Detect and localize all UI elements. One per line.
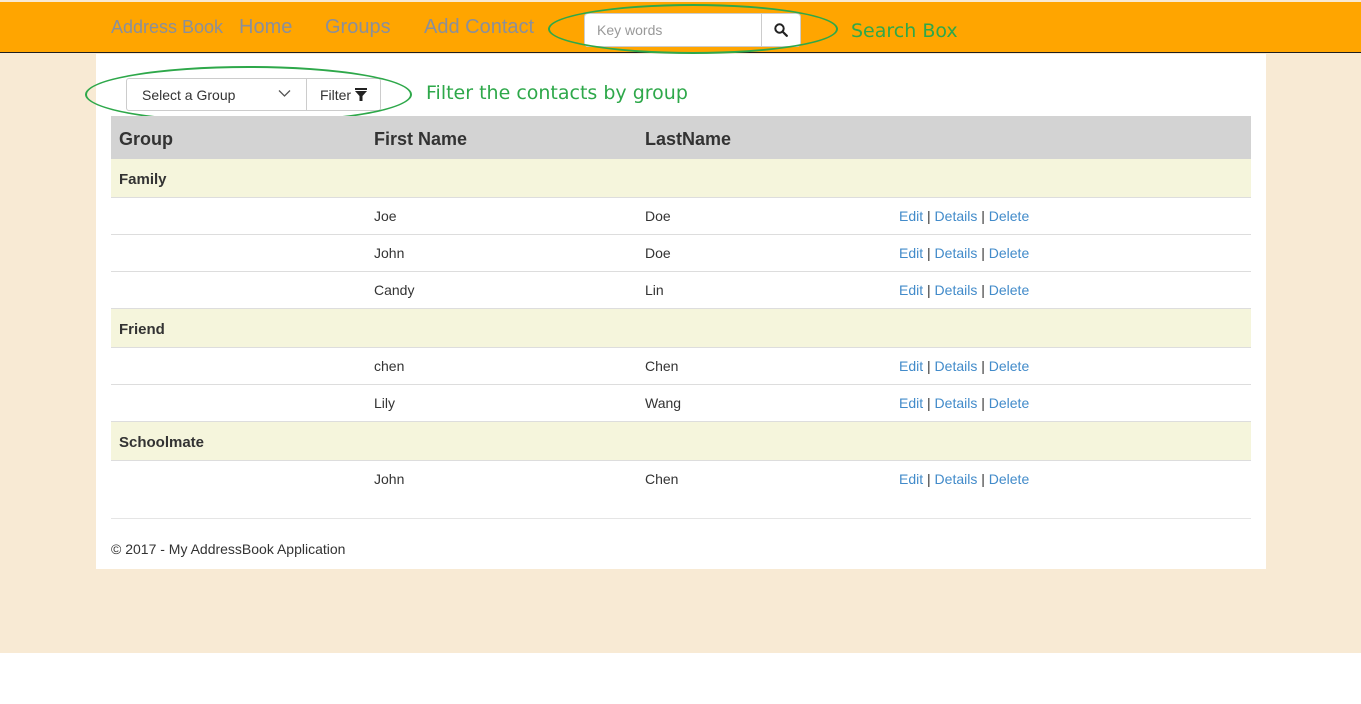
last-name-cell: Lin [645,282,664,298]
edit-link[interactable]: Edit [899,395,923,411]
last-name-cell: Doe [645,245,671,261]
last-name-cell: Chen [645,471,679,487]
details-link[interactable]: Details [935,358,978,374]
first-name-cell: chen [374,358,405,374]
group-row-friend: Friend [111,309,1251,348]
chevron-down-icon [278,90,291,97]
delete-link[interactable]: Delete [989,471,1029,487]
action-separator: | [927,395,931,411]
action-separator: | [981,358,985,374]
group-select-label: Select a Group [142,87,236,103]
header-first-name: First Name [374,129,468,149]
table-row: chen Chen Edit | Details | Delete [111,348,1251,385]
search-button[interactable] [761,13,801,47]
action-separator: | [927,245,931,261]
search-icon [774,23,788,37]
last-name-cell: Doe [645,208,671,224]
filter-annotation-label: Filter the contacts by group [426,82,688,104]
edit-link[interactable]: Edit [899,208,923,224]
delete-link[interactable]: Delete [989,245,1029,261]
edit-link[interactable]: Edit [899,471,923,487]
edit-link[interactable]: Edit [899,245,923,261]
action-separator: | [927,208,931,224]
group-row-schoolmate: Schoolmate [111,422,1251,461]
header-last-name: LastName [645,129,732,149]
group-name: Family [119,171,167,188]
search-annotation-label: Search Box [851,20,958,42]
table-row: John Chen Edit | Details | Delete [111,461,1251,499]
row-actions: Edit | Details | Delete [899,471,1029,487]
table-row: John Doe Edit | Details | Delete [111,235,1251,272]
search-input[interactable] [584,13,762,47]
row-actions: Edit | Details | Delete [899,358,1029,374]
delete-link[interactable]: Delete [989,358,1029,374]
last-name-cell: Chen [645,358,679,374]
first-name-cell: Candy [374,282,415,298]
last-name-cell: Wang [645,395,682,411]
table-header: Group First Name LastName [111,116,1251,159]
table-row: Lily Wang Edit | Details | Delete [111,385,1251,422]
nav-home-link[interactable]: Home [239,16,292,39]
details-link[interactable]: Details [935,245,978,261]
nav-groups-link[interactable]: Groups [325,16,391,39]
action-separator: | [981,395,985,411]
row-actions: Edit | Details | Delete [899,208,1029,224]
group-name: Friend [119,321,165,338]
details-link[interactable]: Details [935,395,978,411]
row-actions: Edit | Details | Delete [899,282,1029,298]
details-link[interactable]: Details [935,471,978,487]
group-row-family: Family [111,159,1251,198]
first-name-cell: John [374,245,405,261]
delete-link[interactable]: Delete [989,395,1029,411]
details-link[interactable]: Details [935,282,978,298]
navbar: Address Book Home Groups Add Contact [0,2,1361,53]
edit-link[interactable]: Edit [899,358,923,374]
action-separator: | [927,358,931,374]
first-name-cell: Joe [374,208,397,224]
funnel-icon [355,87,368,101]
first-name-cell: Lily [374,395,396,411]
details-link[interactable]: Details [935,208,978,224]
edit-link[interactable]: Edit [899,282,923,298]
row-actions: Edit | Details | Delete [899,395,1029,411]
table-row: Candy Lin Edit | Details | Delete [111,272,1251,309]
contacts-table: Group First Name LastName Family Joe Doe… [111,116,1251,499]
action-separator: | [981,245,985,261]
action-separator: | [981,208,985,224]
delete-link[interactable]: Delete [989,282,1029,298]
filter-button-label: Filter [319,86,352,103]
action-separator: | [981,471,985,487]
group-select[interactable]: Select a Group [126,78,307,111]
delete-link[interactable]: Delete [989,208,1029,224]
action-separator: | [981,282,985,298]
header-group: Group [119,129,173,149]
first-name-cell: John [374,471,405,487]
row-actions: Edit | Details | Delete [899,245,1029,261]
action-separator: | [927,282,931,298]
table-row: Joe Doe Edit | Details | Delete [111,198,1251,235]
brand-link[interactable]: Address Book [111,17,223,38]
filter-button[interactable]: Filter [306,78,381,111]
nav-add-contact-link[interactable]: Add Contact [424,16,534,39]
footer-divider [111,518,1251,519]
footer-text: © 2017 - My AddressBook Application [111,541,346,557]
action-separator: | [927,471,931,487]
group-name: Schoolmate [119,434,205,451]
